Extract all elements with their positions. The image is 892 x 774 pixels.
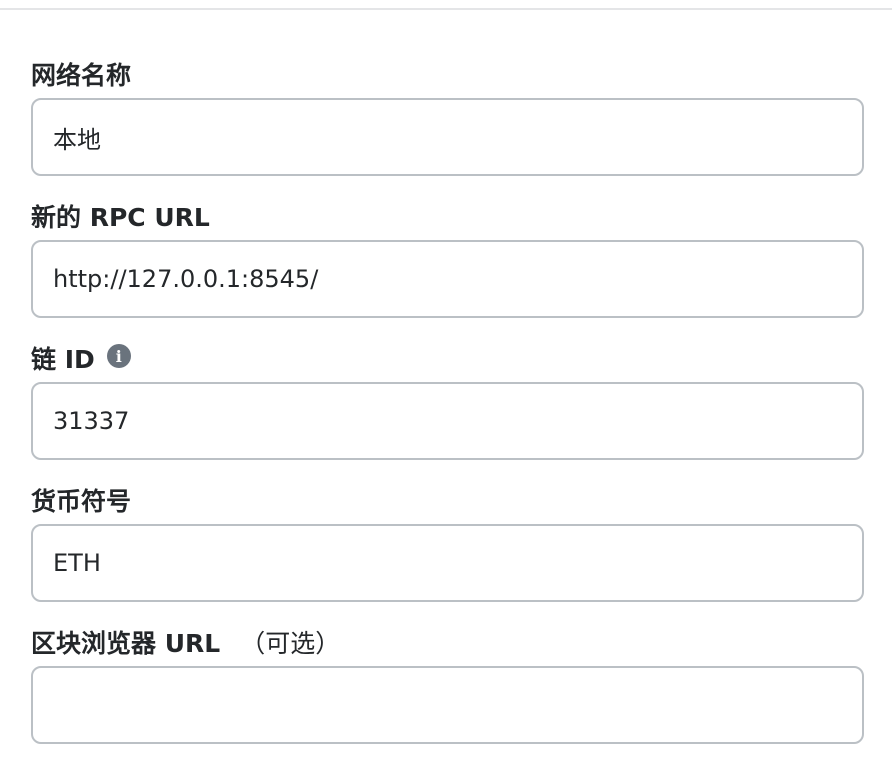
chain-id-label: 链 ID <box>31 345 95 374</box>
block-explorer-input[interactable] <box>31 666 864 744</box>
currency-symbol-label: 货币符号 <box>31 487 132 516</box>
chain-id-field: 链 ID i <box>31 334 864 460</box>
network-name-label: 网络名称 <box>31 61 132 90</box>
block-explorer-field: 区块浏览器 URL （可选） <box>31 618 864 744</box>
block-explorer-label-row: 区块浏览器 URL （可选） <box>31 618 864 666</box>
network-form: 网络名称 新的 RPC URL 链 ID i 货币符号 区块浏览器 URL （可… <box>31 50 864 760</box>
top-divider <box>0 8 892 10</box>
network-name-input[interactable] <box>31 98 864 176</box>
info-icon[interactable]: i <box>106 344 131 368</box>
rpc-url-input[interactable] <box>31 240 864 318</box>
network-settings-page: 网络名称 新的 RPC URL 链 ID i 货币符号 区块浏览器 URL （可… <box>0 0 892 774</box>
block-explorer-label: 区块浏览器 URL <box>31 629 221 658</box>
currency-symbol-field: 货币符号 <box>31 476 864 602</box>
rpc-url-label: 新的 RPC URL <box>31 203 210 232</box>
network-name-field: 网络名称 <box>31 50 864 176</box>
chain-id-input[interactable] <box>31 382 864 460</box>
optional-label: （可选） <box>240 629 341 658</box>
currency-symbol-input[interactable] <box>31 524 864 602</box>
chain-id-label-row: 链 ID i <box>31 334 864 382</box>
rpc-url-field: 新的 RPC URL <box>31 192 864 318</box>
